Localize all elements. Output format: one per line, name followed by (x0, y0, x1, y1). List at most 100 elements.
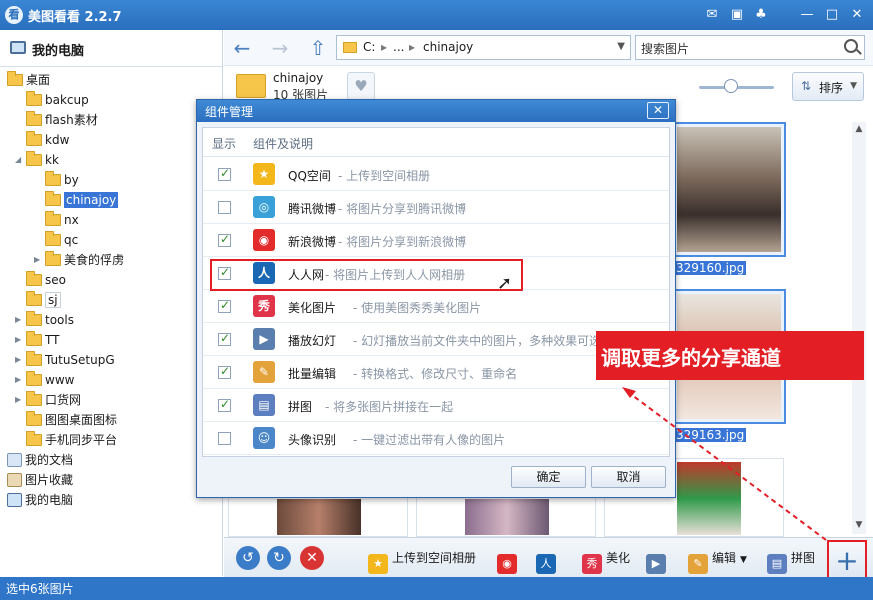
tree-item-desktop[interactable]: 桌面 (7, 70, 50, 90)
ok-button[interactable]: 确定 (511, 466, 586, 488)
tree-item[interactable]: sj (26, 290, 61, 310)
collapsed-arrow-icon[interactable]: ▶ (15, 310, 25, 330)
search-input[interactable]: 搜索图片 (635, 35, 865, 60)
plugin-description: - 将图片分享到新浪微博 (338, 235, 467, 249)
tree-item-computer[interactable]: 我的电脑 (7, 490, 73, 510)
forward-button[interactable]: → (268, 36, 292, 60)
tree-item[interactable]: ▶ 美食的俘虏 (34, 250, 124, 270)
tree-item-documents[interactable]: 我的文档 (7, 450, 73, 470)
tree-item[interactable]: seo (26, 270, 66, 290)
folder-icon (26, 351, 42, 366)
add-plugin-button[interactable]: + (827, 540, 867, 580)
tree-item[interactable]: ▶ tools (15, 310, 74, 330)
thumbnail[interactable] (672, 122, 786, 257)
tree-item[interactable]: 图图桌面图标 (26, 410, 117, 430)
plugin-row[interactable]: 秀美化图片 - 使用美图秀秀美化图片 (203, 290, 669, 323)
search-icon[interactable] (844, 39, 858, 53)
beautify-button[interactable]: 秀美化 (582, 547, 630, 574)
tree-item[interactable]: ◢ kk (15, 150, 59, 170)
breadcrumb-current[interactable]: chinajoy (423, 40, 473, 54)
sina-weibo-button[interactable]: ◉ (497, 547, 521, 574)
plus-icon: + (835, 544, 859, 577)
folder-icon (45, 251, 61, 266)
folder-icon (26, 311, 42, 326)
batch-edit-icon: ✎ (253, 361, 275, 383)
tree-item[interactable]: ▶ TutuSetupG (15, 350, 115, 370)
thumbnail-filename[interactable]: 329160.jpg (674, 261, 747, 275)
slideshow-button[interactable]: ▶ (646, 547, 670, 574)
skin-icon[interactable]: ♣ (752, 6, 770, 24)
plugin-checkbox[interactable] (218, 232, 231, 247)
close-button[interactable]: ✕ (848, 6, 866, 24)
scroll-down-icon[interactable]: ▼ (852, 520, 866, 532)
thumbnail-filename[interactable]: 329163.jpg (674, 428, 747, 442)
maximize-button[interactable]: □ (823, 6, 841, 24)
tree-item-selected[interactable]: chinajoy (45, 190, 119, 210)
collapsed-arrow-icon[interactable]: ▶ (15, 370, 25, 390)
back-button[interactable]: ← (230, 36, 254, 60)
edit-button[interactable]: ✎ 编辑 ▼ (688, 547, 747, 574)
rotate-right-button[interactable]: ↻ (267, 546, 291, 570)
sort-icon: ⇅ (801, 79, 812, 93)
computer-icon (10, 41, 26, 54)
plugin-name: 播放幻灯 (288, 334, 337, 348)
photo-image (465, 499, 549, 535)
qzone-icon: ★ (253, 163, 275, 185)
tree-item[interactable]: kdw (26, 130, 69, 150)
plugin-checkbox[interactable] (218, 331, 231, 346)
plugin-row[interactable]: ☺ 头像识别 - 一键过滤出带有人像的图片 (203, 422, 669, 455)
plugin-checkbox[interactable] (218, 298, 231, 313)
scroll-up-icon[interactable]: ▲ (852, 124, 866, 136)
tree-item[interactable]: nx (45, 210, 79, 230)
chevron-down-icon[interactable]: ▼ (617, 41, 625, 52)
breadcrumb-ellipsis[interactable]: ... (393, 40, 404, 54)
tree-item-pictures[interactable]: 图片收藏 (7, 470, 73, 490)
collapsed-arrow-icon[interactable]: ▶ (15, 330, 25, 350)
dialog-close-button[interactable]: ✕ (647, 102, 669, 119)
zoom-slider-handle[interactable] (724, 79, 738, 93)
plugin-checkbox[interactable] (218, 432, 231, 445)
collapsed-arrow-icon[interactable]: ▶ (34, 250, 44, 270)
minimize-button[interactable]: — (798, 6, 816, 24)
renren-button[interactable]: 人 (536, 547, 560, 574)
plugin-row[interactable]: ★ QQ空间 - 上传到空间相册 (203, 158, 669, 191)
collapsed-arrow-icon[interactable]: ▶ (15, 390, 25, 410)
collapsed-arrow-icon[interactable]: ▶ (15, 350, 25, 370)
plugin-row[interactable]: ▤ 拼图 - 将多张图片拼接在一起 (203, 389, 669, 422)
qzone-upload-button[interactable]: ★ 上传到空间相册 (368, 547, 476, 574)
plugin-row[interactable]: ◉ 新浪微博- 将图片分享到新浪微博 (203, 224, 669, 257)
plugin-checkbox[interactable] (218, 166, 231, 181)
tree-item[interactable]: bakcup (26, 90, 89, 110)
tree-item[interactable]: ▶ 口货网 (15, 390, 81, 410)
column-show: 显示 (212, 137, 237, 151)
rotate-left-button[interactable]: ↺ (236, 546, 260, 570)
cancel-button[interactable]: 取消 (591, 466, 666, 488)
app-title: 美图看看 2.2.7 (28, 10, 122, 25)
photo-image (277, 499, 361, 535)
tree-item[interactable]: ▶ TT (15, 330, 59, 350)
navigation-bar: ← → ⇧ C: ▸ ... ▸ chinajoy ▼ 搜索图片 (224, 30, 873, 66)
plugin-row[interactable]: ◎ 腾讯微博 - 将图片分享到腾讯微博 (203, 191, 669, 224)
sort-button[interactable]: ⇅ 排序 ▼ (792, 72, 864, 101)
tree-item[interactable]: qc (45, 230, 78, 250)
delete-button[interactable]: ✕ (300, 546, 324, 570)
up-folder-button[interactable]: ⇧ (306, 36, 330, 60)
tree-item[interactable]: ▶ www (15, 370, 74, 390)
vertical-scrollbar[interactable] (852, 122, 866, 534)
plugin-checkbox[interactable] (218, 201, 231, 214)
plugin-checkbox[interactable] (218, 397, 231, 412)
collage-button[interactable]: ▤ 拼图 (767, 547, 815, 574)
tree-item[interactable]: 手机同步平台 (26, 430, 117, 450)
face-detect-icon: ☺ (253, 427, 275, 449)
plugin-checkbox[interactable] (218, 364, 231, 379)
collage-icon: ▤ (767, 554, 787, 574)
path-bar[interactable]: C: ▸ ... ▸ chinajoy ▼ (336, 35, 631, 60)
expanded-arrow-icon[interactable]: ◢ (15, 150, 25, 170)
breadcrumb-drive[interactable]: C: (363, 40, 375, 54)
feedback-icon[interactable]: ✉ (703, 6, 721, 24)
menu-icon[interactable]: ▣ (728, 6, 746, 24)
tree-item[interactable]: flash素材 (26, 110, 98, 130)
favorite-button[interactable]: ♥ (347, 72, 375, 100)
folder-icon (26, 391, 42, 406)
tree-item[interactable]: by (45, 170, 79, 190)
